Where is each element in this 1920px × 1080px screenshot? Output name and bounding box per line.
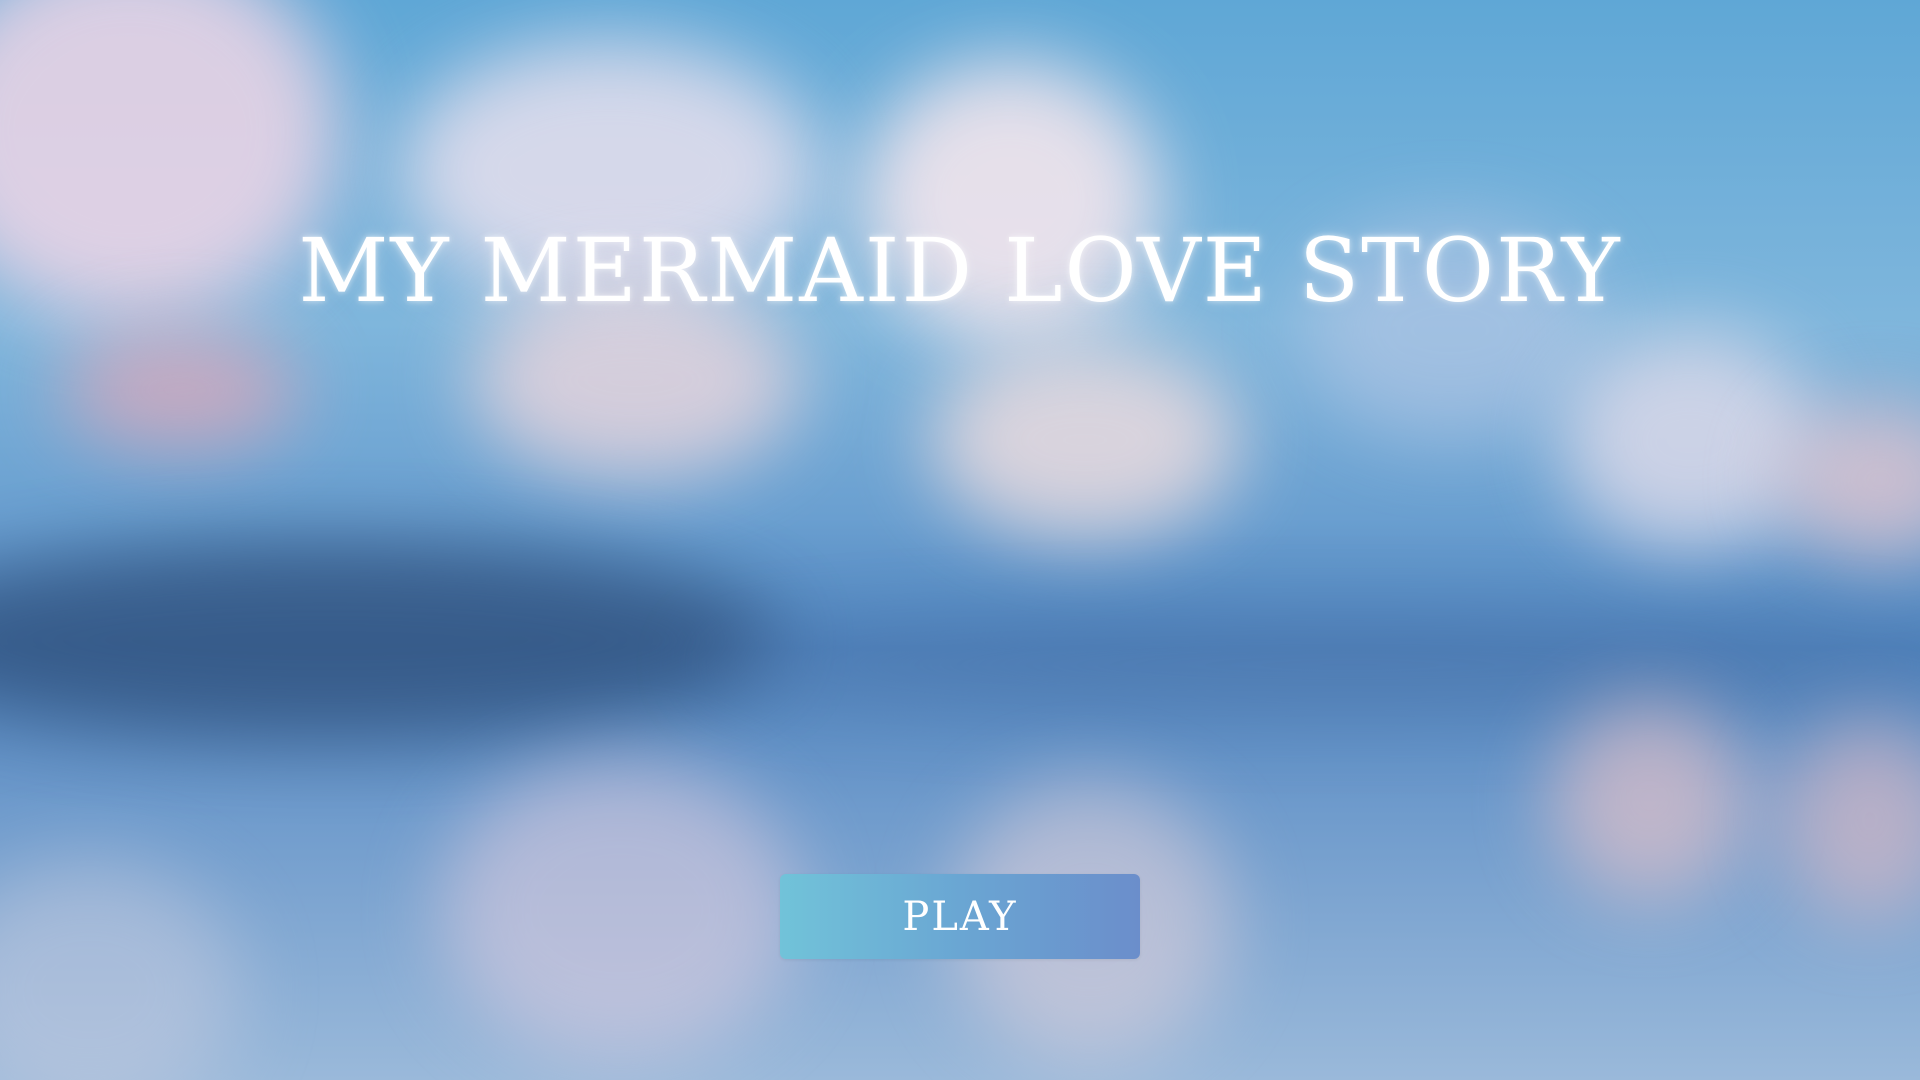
game-title: MY MERMAID LOVE STORY: [298, 219, 1622, 322]
reflection-shape: [0, 860, 240, 1080]
horizon-shape: [0, 540, 780, 740]
play-button[interactable]: PLAY: [780, 874, 1140, 959]
reflection-shape: [1780, 720, 1920, 920]
play-button-label: PLAY: [902, 893, 1018, 940]
cloud-shape: [930, 340, 1240, 540]
horizon-shape: [700, 620, 1920, 710]
cloud-shape: [60, 330, 300, 450]
reflection-shape: [1550, 700, 1750, 900]
reflection-shape: [440, 760, 800, 1060]
cloud-shape: [1560, 330, 1820, 550]
